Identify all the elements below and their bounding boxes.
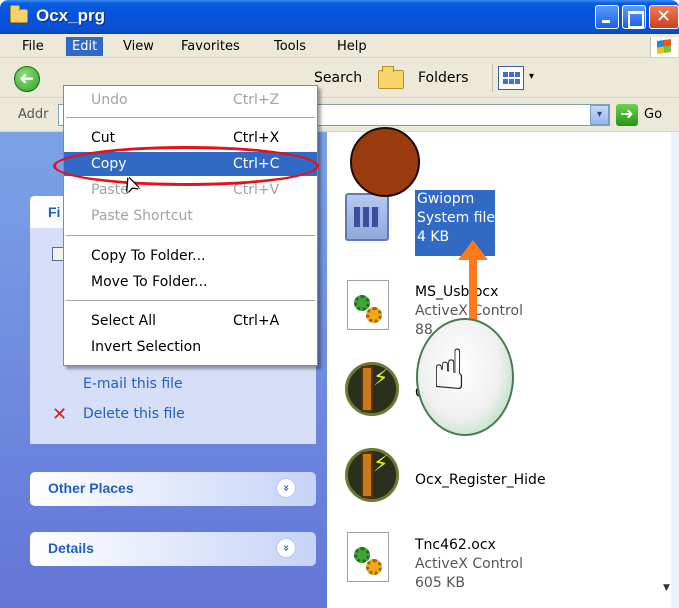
back-arrow-icon: ➜ <box>19 68 35 89</box>
other-places-title: Other Places <box>48 480 134 496</box>
details-header[interactable]: Details » <box>30 532 316 566</box>
file-name[interactable]: Tnc462.ocx <box>415 537 496 553</box>
views-dropdown-icon[interactable]: ▾ <box>529 71 534 82</box>
title-bar: Ocx_prg ✕ <box>0 0 679 34</box>
details-title: Details <box>48 540 94 556</box>
menu-item-select-all[interactable]: Select All Ctrl+A <box>64 309 317 333</box>
menu-item-undo[interactable]: Undo Ctrl+Z <box>64 88 317 112</box>
file-name[interactable]: Ocx_Register_Hide <box>415 472 546 488</box>
menu-view[interactable]: View <box>117 37 160 56</box>
scrollbar[interactable] <box>671 132 679 608</box>
expand-chevron-icon[interactable]: » <box>276 538 296 558</box>
delete-file-link[interactable]: Delete this file <box>83 406 185 422</box>
menu-edit[interactable]: Edit <box>66 37 104 56</box>
close-icon: ✕ <box>656 6 672 27</box>
mouse-click-illustration: ☝ <box>416 318 514 436</box>
menu-item-copy-to-folder[interactable]: Copy To Folder... <box>64 244 317 268</box>
close-button[interactable]: ✕ <box>649 5 679 29</box>
menu-bar: File Edit View Favorites Tools Help <box>0 34 679 58</box>
file-tasks-title: Fi <box>48 204 61 220</box>
maximize-button[interactable] <box>622 5 646 29</box>
ocx-register-icon[interactable]: ⚡ <box>343 446 403 504</box>
menu-separator <box>66 117 315 118</box>
address-dropdown-icon[interactable]: ▾ <box>590 105 609 125</box>
window-title: Ocx_prg <box>36 6 105 25</box>
menu-favorites[interactable]: Favorites <box>175 37 246 56</box>
folder-icon <box>10 5 28 23</box>
menu-separator <box>66 300 315 301</box>
folders-icon <box>378 66 404 89</box>
edit-menu: Undo Ctrl+Z Cut Ctrl+X Copy Ctrl+C Paste Ctr… <box>63 85 318 366</box>
back-button[interactable]: ➜ <box>14 66 40 92</box>
delete-icon: ✕ <box>52 404 68 425</box>
folders-label: Folders <box>418 70 469 86</box>
file-type: System file <box>417 210 495 226</box>
file-type: ActiveX Control <box>415 556 523 572</box>
activex-icon[interactable] <box>347 532 389 582</box>
scroll-down-icon[interactable]: ▼ <box>663 583 670 593</box>
windows-logo <box>650 37 678 57</box>
other-places-header[interactable]: Other Places » <box>30 472 316 506</box>
email-file-link[interactable]: E-mail this file <box>83 376 183 392</box>
minimize-button[interactable] <box>595 5 619 29</box>
views-button[interactable] <box>498 66 524 90</box>
toolbar-separator <box>492 64 493 92</box>
menu-tools[interactable]: Tools <box>268 37 312 56</box>
menu-item-paste-shortcut[interactable]: Paste Shortcut <box>64 204 317 228</box>
ocx-register-icon[interactable]: ⚡ <box>343 360 403 418</box>
menu-help[interactable]: Help <box>331 37 373 56</box>
pointing-hand-icon: ☝ <box>432 338 467 403</box>
expand-chevron-icon[interactable]: » <box>276 478 296 498</box>
activex-icon[interactable] <box>347 280 389 330</box>
folders-button[interactable]: Folders <box>378 66 488 92</box>
windows-flag-icon <box>657 39 671 54</box>
file-name: Gwiopm <box>417 191 475 207</box>
menu-file[interactable]: File <box>16 37 50 56</box>
system-file-icon[interactable] <box>345 193 389 241</box>
menu-separator <box>66 235 315 236</box>
search-button[interactable]: Search <box>314 70 362 86</box>
menu-item-invert-selection[interactable]: Invert Selection <box>64 335 317 359</box>
copy-highlight-ring <box>53 146 319 186</box>
file-size: 605 KB <box>415 575 465 591</box>
menu-item-move-to-folder[interactable]: Move To Folder... <box>64 270 317 294</box>
go-button[interactable]: ➜ <box>616 104 638 126</box>
address-label: Addr <box>18 107 49 122</box>
annotation-circle <box>350 127 420 197</box>
go-label[interactable]: Go <box>644 107 662 122</box>
go-arrow-icon: ➜ <box>620 104 634 123</box>
